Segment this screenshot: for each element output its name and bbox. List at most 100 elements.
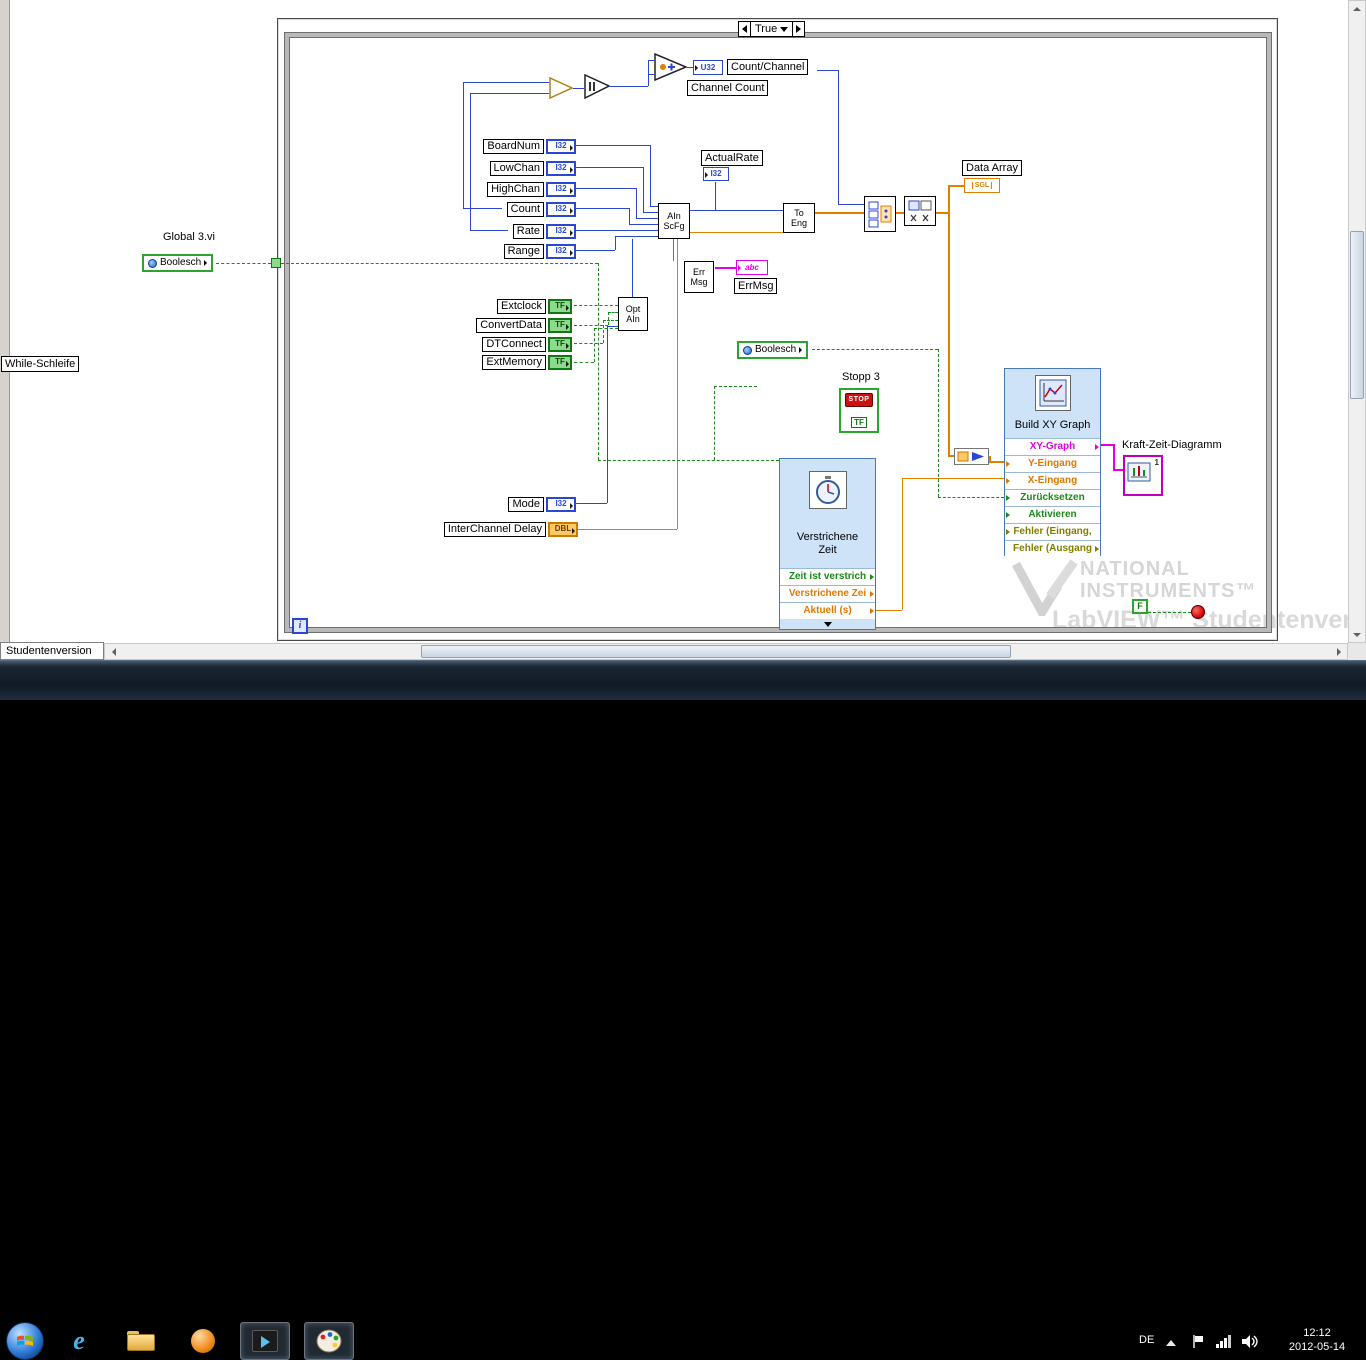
express-input-row[interactable]: Zurücksetzen [1005,489,1100,506]
control-row[interactable]: Extclock TF [380,298,572,314]
boolean-tunnel[interactable] [271,258,281,268]
wire-segment[interactable] [677,232,678,529]
control-label[interactable]: Range [503,243,544,259]
elapsed-time-express-vi[interactable]: Verstrichene Zeit Zeit ist verstrich Ver… [779,458,876,630]
wire-segment[interactable] [1148,612,1191,613]
to-eng-node[interactable]: To Eng [783,203,815,233]
wire-segment[interactable] [598,263,599,460]
i32-terminal[interactable]: I32 [546,201,576,217]
wire-segment[interactable] [902,478,1004,479]
taskbar-clock[interactable]: 12:12 2012-05-14 [1272,1326,1362,1358]
wire-segment[interactable] [615,236,658,237]
wire-segment[interactable] [603,320,604,343]
wire-segment[interactable] [650,145,651,206]
wire-segment[interactable] [608,312,618,313]
i32-terminal[interactable]: I32 [546,181,576,197]
sgl-array-indicator[interactable]: SGL [964,178,1000,193]
control-label[interactable]: Extclock [497,298,546,314]
reshape-array-icon[interactable] [904,196,936,226]
ain-scfg-node[interactable]: AIn ScFg [658,203,690,239]
control-label[interactable]: Rate [512,223,544,239]
wire-segment[interactable] [938,497,1004,498]
scroll-up-button[interactable] [1349,1,1365,16]
control-row[interactable]: ConvertData TF [380,317,572,333]
wire-segment[interactable] [643,167,644,212]
global-vi-title[interactable]: Global 3.vi [163,231,215,244]
wire-segment[interactable] [989,461,1004,463]
wire-segment[interactable] [576,250,615,251]
taskbar-explorer-button[interactable] [116,1322,166,1360]
i32-terminal[interactable]: I32 [546,243,576,259]
wire-segment[interactable] [463,82,549,83]
actual-rate-label[interactable]: ActualRate [701,150,763,166]
control-row[interactable]: ExtMemory TF [380,354,572,370]
control-label[interactable]: InterChannel Delay [443,521,546,537]
control-row[interactable]: InterChannel Delay DBL [360,521,578,537]
vertical-scroll-thumb[interactable] [1350,231,1364,399]
case-prev-button[interactable] [739,22,751,36]
wire-segment[interactable] [677,232,783,233]
wire-segment[interactable] [632,239,633,297]
wire-segment[interactable] [607,326,618,327]
express-input-row[interactable]: X-Eingang [1005,472,1100,489]
wire-segment[interactable] [607,326,608,503]
taskbar-encoder-button[interactable] [240,1322,290,1360]
case-selector[interactable]: True [738,21,806,37]
wire-segment[interactable] [610,86,648,87]
control-label[interactable]: BoardNum [483,138,544,154]
horizontal-scroll-thumb[interactable] [421,645,1011,658]
tf-terminal[interactable]: TF [548,336,572,352]
taskbar-paint-button[interactable] [304,1322,354,1360]
wire-segment[interactable] [576,208,629,209]
control-label[interactable]: HighChan [487,181,544,197]
wire-segment[interactable] [615,236,616,250]
wire-segment[interactable] [594,328,595,362]
wire-segment[interactable] [470,93,549,94]
convert-to-dynamic-icon[interactable] [954,448,989,465]
count-channel-label[interactable]: Count/Channel [727,59,809,75]
build-xy-graph-express-vi[interactable]: Build XY Graph XY-Graph Y-Eingang X-Eing… [1004,368,1101,557]
taskbar-ie-button[interactable]: e [54,1322,104,1360]
i32-terminal[interactable]: I32 [546,138,576,154]
err-msg-label[interactable]: ErrMsg [734,278,778,294]
while-loop-label[interactable]: While-Schleife [1,356,80,372]
wire-segment[interactable] [629,208,630,224]
stop-button[interactable]: STOP [844,393,874,407]
control-label[interactable]: LowChan [489,160,544,176]
wire-segment[interactable] [603,320,618,321]
wire-segment[interactable] [948,185,964,187]
control-row[interactable]: HighChan I32 [380,181,576,197]
wire-segment[interactable] [281,263,598,264]
wire-segment[interactable] [714,386,715,460]
wire-segment[interactable] [838,204,864,205]
xy-graph-indicator-label[interactable]: Kraft-Zeit-Diagramm [1122,439,1222,452]
stop-label[interactable]: Stopp 3 [842,371,880,384]
wire-segment[interactable] [715,267,736,269]
data-array-label[interactable]: Data Array [962,160,1022,176]
wire-segment[interactable] [902,478,903,610]
control-label[interactable]: ExtMemory [482,354,546,370]
wire-segment[interactable] [608,312,609,325]
divide-node[interactable] [584,74,610,99]
start-button[interactable] [6,1322,44,1360]
taskbar-media-button[interactable] [178,1322,228,1360]
control-label[interactable]: ConvertData [476,317,546,333]
volume-icon[interactable] [1242,1335,1258,1348]
scroll-down-button[interactable] [1349,627,1365,642]
stop-button-terminal[interactable]: STOP TF [839,388,879,433]
wire-segment[interactable] [648,60,649,86]
wire-segment[interactable] [574,343,603,344]
i32-terminal[interactable]: I32 [546,496,576,512]
action-center-icon[interactable] [1192,1335,1204,1348]
wire-segment[interactable] [815,212,864,214]
wire-segment[interactable] [576,145,650,146]
express-output-row[interactable]: Zeit ist verstrich [780,568,875,585]
compare-node[interactable] [549,77,573,99]
expand-arrow-icon[interactable] [823,622,832,627]
network-signal-icon[interactable] [1216,1335,1232,1348]
wire-segment[interactable] [1101,444,1113,446]
build-array-icon[interactable] [864,196,896,232]
control-row[interactable]: DTConnect TF [380,336,572,352]
control-row[interactable]: Mode I32 [380,496,576,512]
u32-terminal[interactable]: U32 [693,60,723,75]
